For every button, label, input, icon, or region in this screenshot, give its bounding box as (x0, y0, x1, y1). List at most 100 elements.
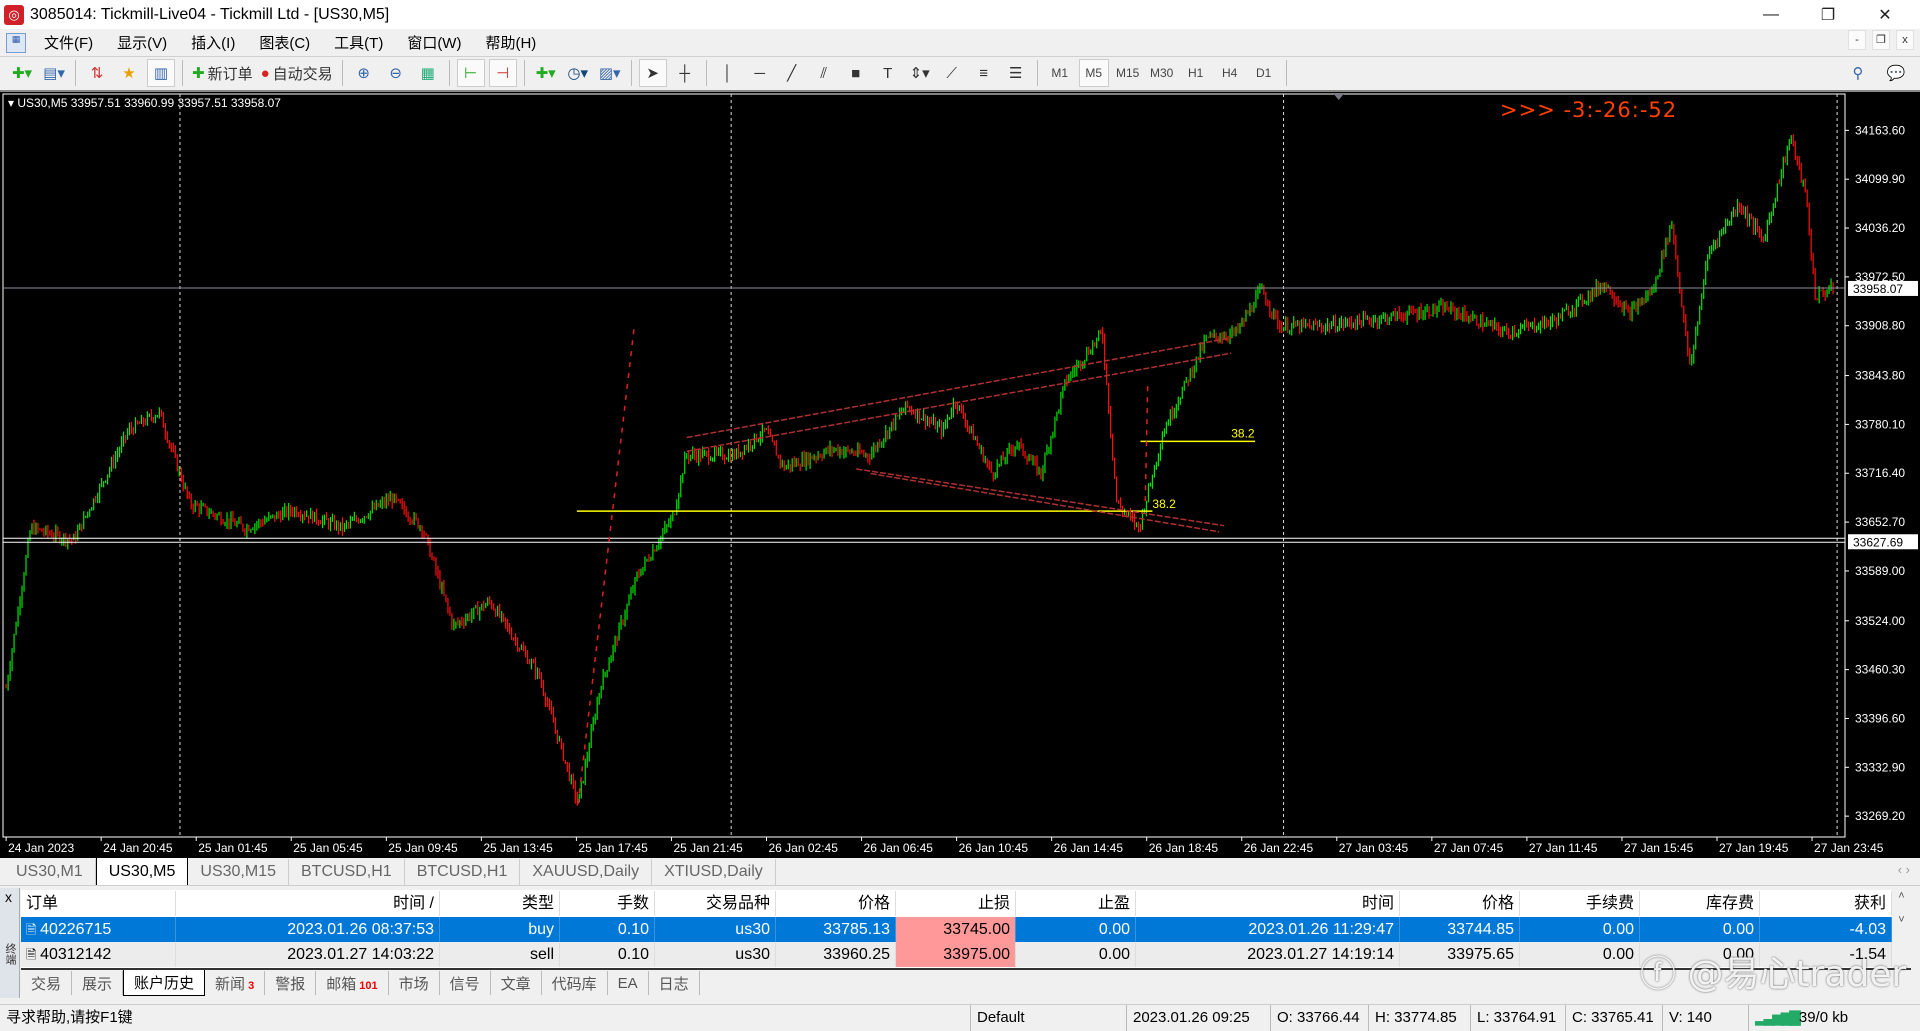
new-chart-icon[interactable]: ✚▾ (8, 59, 36, 87)
crosshair-icon[interactable]: ┼ (671, 59, 699, 87)
timeframe-m5[interactable]: M5 (1078, 59, 1109, 87)
menu-insert[interactable]: 插入(I) (179, 32, 247, 53)
templates-icon[interactable]: ▨▾ (596, 59, 624, 87)
equidistant-channel-icon[interactable]: ⫽ (810, 59, 838, 87)
price-chart[interactable]: 38.2 38.2 34163.60 34099.90 34036.20 33972.50… (0, 90, 1920, 858)
x-tick-label: 26 Jan 02:45 (768, 841, 838, 855)
auto-trading-button[interactable]: ● 自动交易 (259, 59, 335, 87)
menu-help[interactable]: 帮助(H) (473, 32, 548, 53)
column-header[interactable]: 价格 (1400, 891, 1520, 916)
menu-tools[interactable]: 工具(T) (322, 32, 395, 53)
timeframe-h4[interactable]: H4 (1215, 59, 1245, 87)
navigator-icon[interactable]: ★ (115, 59, 143, 87)
menu-window[interactable]: 窗口(W) (395, 32, 473, 53)
terminal-tab[interactable]: 展示 (72, 971, 124, 995)
menu-charts[interactable]: 图表(C) (247, 32, 322, 53)
rectangle-icon[interactable]: ■ (842, 59, 870, 87)
zoom-in-icon[interactable]: ⊕ (350, 59, 378, 87)
chart-tab[interactable]: US30,M5 (95, 857, 189, 885)
vertical-line-icon[interactable]: │ (714, 59, 742, 87)
column-header[interactable]: 库存费 (1640, 891, 1760, 916)
column-header[interactable]: 时间 (1136, 891, 1400, 916)
trend-line[interactable] (577, 327, 635, 805)
trendline-icon[interactable]: ╱ (778, 59, 806, 87)
column-header[interactable]: 时间 / (176, 891, 440, 916)
chart-tab[interactable]: XTIUSD,Daily (652, 859, 776, 885)
column-header[interactable]: 止盈 (1016, 891, 1136, 916)
timeframe-h1[interactable]: H1 (1181, 59, 1211, 87)
chart-tab[interactable]: BTCUSD,H1 (405, 859, 521, 885)
minimize-button[interactable]: — (1748, 0, 1794, 29)
terminal-tab[interactable]: 邮箱 101 (316, 971, 389, 995)
close-button[interactable]: ✕ (1862, 0, 1908, 29)
fibo-retracement-icon[interactable]: ☰ (1002, 59, 1030, 87)
search-icon[interactable]: ⚲ (1844, 59, 1872, 87)
timeframe-m1[interactable]: M1 (1045, 59, 1075, 87)
terminal-tab[interactable]: 交易 (21, 971, 73, 995)
market-watch-icon[interactable]: ⇅ (83, 59, 111, 87)
column-header[interactable]: 价格 (776, 891, 896, 916)
chart-tab[interactable]: BTCUSD,H1 (289, 859, 405, 885)
gann-icon[interactable]: ⟋ (938, 59, 966, 87)
indicators-icon[interactable]: ✚▾ (532, 59, 560, 87)
table-cell: 33960.25 (776, 942, 896, 967)
terminal-tab[interactable]: 代码库 (542, 971, 608, 995)
table-row[interactable]: 🗎 40312142 2023.01.27 14:03:22 sell 0.10 us3… (21, 942, 1892, 967)
chat-icon[interactable]: 💬 (1882, 59, 1910, 87)
new-order-button[interactable]: ✚ 新订单 (190, 59, 255, 87)
fibo-fan-icon[interactable]: ≡ (970, 59, 998, 87)
chart-shift-marker[interactable] (1333, 94, 1344, 100)
menu-view[interactable]: 显示(V) (105, 32, 179, 53)
cursor-icon[interactable]: ➤ (638, 59, 667, 87)
mdi-close-button[interactable]: x (1896, 30, 1914, 50)
channel-line[interactable] (686, 352, 1232, 453)
terminal-close-button[interactable]: x (5, 889, 12, 905)
channel-line[interactable] (686, 337, 1232, 439)
terminal-tab[interactable]: 账户历史 (123, 970, 206, 996)
zoom-out-icon[interactable]: ⊖ (382, 59, 410, 87)
terminal-tab[interactable]: 市场 (389, 971, 440, 995)
profiles-icon[interactable]: ▤▾ (40, 59, 68, 87)
terminal-tab[interactable]: 警报 (265, 971, 317, 995)
terminal-tab[interactable]: 信号 (440, 971, 491, 995)
chart-canvas[interactable]: 38.238.234163.6034099.9034036.2033972.50… (0, 92, 1920, 858)
timeframe-m15[interactable]: M15 (1113, 59, 1143, 87)
chart-tab[interactable]: US30,M1 (4, 859, 96, 885)
chart-tab[interactable]: US30,M15 (188, 859, 289, 885)
column-header[interactable]: 止损 (896, 891, 1016, 916)
horizontal-line-icon[interactable]: ─ (746, 59, 774, 87)
terminal-tab[interactable]: 新闻 3 (205, 971, 266, 995)
table-cell: 2023.01.27 14:19:14 (1136, 942, 1400, 967)
terminal-tabs: 交易 展示 账户历史 新闻 3 警报 邮箱 101 市场 信号 文章 代码库 EA 日志 (21, 968, 1911, 996)
arrows-icon[interactable]: ⇕▾ (906, 59, 934, 87)
periods-clock-icon[interactable]: ◷▾ (564, 59, 592, 87)
column-header[interactable]: 类型 (440, 891, 560, 916)
column-header[interactable]: 订单 (21, 891, 176, 916)
chart-tabs-scroll-arrows[interactable]: ‹ › (1898, 862, 1910, 877)
menu-file[interactable]: 文件(F) (32, 32, 105, 53)
restore-button[interactable]: ❐ (1805, 0, 1851, 29)
mdi-minimize-button[interactable]: - (1848, 30, 1866, 50)
timeframe-d1[interactable]: D1 (1249, 59, 1279, 87)
tile-windows-icon[interactable]: ▦ (414, 59, 442, 87)
mdi-restore-button[interactable]: ❐ (1872, 30, 1890, 50)
timeframe-m30[interactable]: M30 (1147, 59, 1177, 87)
auto-scroll-icon[interactable]: ⊢ (456, 59, 485, 87)
chart-tab[interactable]: XAUUSD,Daily (520, 859, 653, 885)
table-cell: 2023.01.26 11:29:47 (1136, 917, 1400, 942)
terminal-icon[interactable]: ▥ (147, 59, 175, 87)
chart-window-icon[interactable]: ▦ (6, 32, 26, 53)
chart-shift-icon[interactable]: ⊣ (488, 59, 517, 87)
table-row[interactable]: 🗎 40226715 2023.01.26 08:37:53 buy 0.10 us30… (21, 917, 1892, 942)
column-header[interactable]: 手续费 (1520, 891, 1640, 916)
trend-line[interactable] (1144, 386, 1149, 502)
column-header[interactable]: 交易品种 (655, 891, 776, 916)
y-tick-label: 34036.20 (1855, 221, 1905, 235)
terminal-tab[interactable]: 文章 (491, 971, 542, 995)
status-profile[interactable]: Default (970, 1005, 1025, 1031)
text-icon[interactable]: T (874, 59, 902, 87)
column-header[interactable]: 获利 (1760, 891, 1892, 916)
terminal-tab[interactable]: EA (608, 971, 649, 995)
column-header[interactable]: 手数 (560, 891, 655, 916)
terminal-tab[interactable]: 日志 (649, 971, 700, 995)
